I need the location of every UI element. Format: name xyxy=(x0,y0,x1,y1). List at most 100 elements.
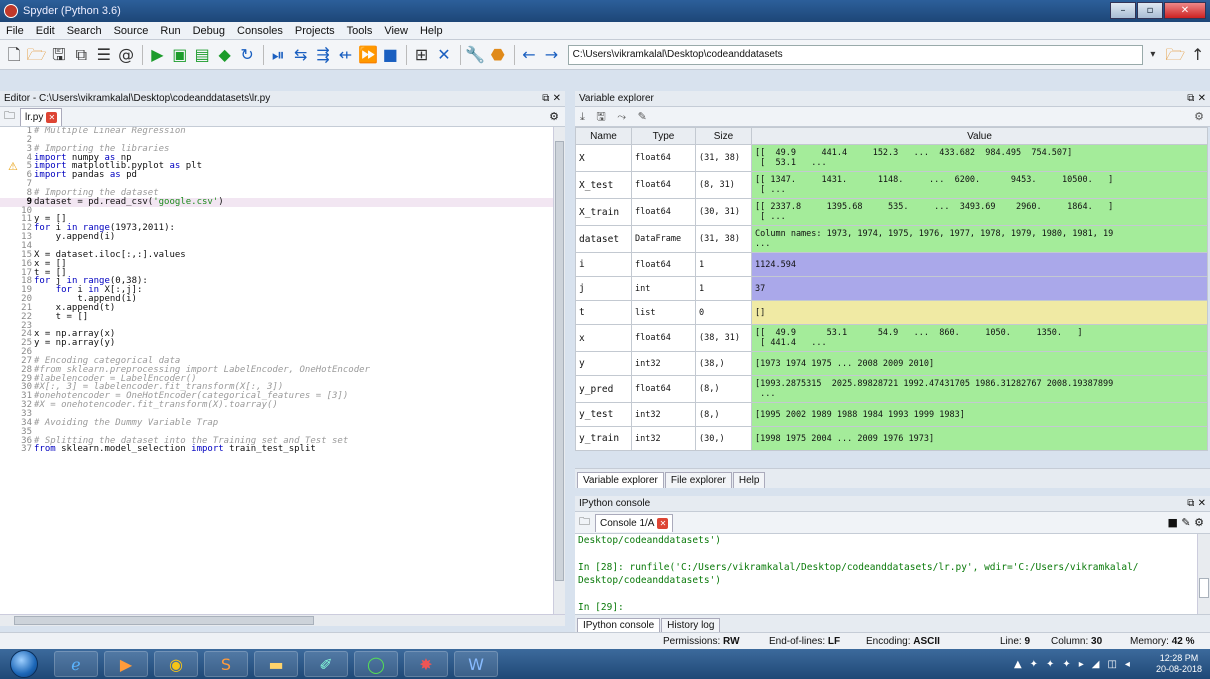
variable-row[interactable]: Xfloat64 (31, 38)[[ 49.9 441.4 152.3 ... … xyxy=(575,144,1208,172)
variable-row[interactable]: y_pred float64 (8,) [1993.2875315 2025.8982… xyxy=(575,375,1208,403)
tab-ipython-console[interactable]: IPython console xyxy=(577,618,661,632)
warning-icon[interactable]: ⚠ xyxy=(8,161,18,172)
variable-row[interactable]: y_train int32 (30,) [1998 1975 2004 ... 200… xyxy=(575,426,1208,451)
step-icon[interactable]: ⇆ xyxy=(291,44,311,66)
variable-value[interactable]: [[ 1347. 1431. 1148. ... 6200. 9453. 105… xyxy=(751,171,1208,199)
variable-name[interactable]: X xyxy=(575,144,632,172)
menu-help[interactable]: Help xyxy=(414,25,449,37)
variable-type[interactable]: int32 xyxy=(631,426,696,451)
variable-type[interactable]: DataFrame xyxy=(631,225,696,253)
code-line[interactable]: 10 xyxy=(0,206,565,216)
variable-name[interactable]: y_test xyxy=(575,402,632,427)
variable-type[interactable]: int xyxy=(631,276,696,301)
editor-horizontal-scrollbar[interactable] xyxy=(0,614,565,626)
console-tab[interactable]: Console 1/A ✕ xyxy=(595,513,674,532)
undock-icon[interactable]: ⧉ ✕ xyxy=(1187,91,1206,107)
ms-paint-icon[interactable]: ✐ xyxy=(304,651,348,677)
tab-history-log[interactable]: History log xyxy=(661,618,721,632)
column-header-type[interactable]: Type xyxy=(631,127,696,145)
variable-name[interactable]: y_pred xyxy=(575,375,632,403)
variable-row[interactable]: x float64 (38, 31)[[ 49.9 53.1 54.9 ... 86… xyxy=(575,324,1208,352)
variable-type[interactable]: float64 xyxy=(631,171,696,199)
variable-type[interactable]: float64 xyxy=(631,198,696,226)
options-gear-icon[interactable]: ⚙ xyxy=(1194,107,1204,127)
close-tab-icon[interactable]: ✕ xyxy=(46,111,58,123)
code-line[interactable]: 6 import pandas as pd xyxy=(0,171,565,180)
internet-explorer-icon[interactable]: ℯ xyxy=(54,651,98,677)
console-options-icon[interactable]: ■ ✎ ⚙ xyxy=(1168,516,1204,529)
variable-size[interactable]: (30, 31) xyxy=(695,198,752,226)
save-all-icon[interactable]: ⧉ xyxy=(71,44,91,66)
working-directory-input[interactable]: C:\Users\vikramkalal\Desktop\codeanddata… xyxy=(567,44,1143,65)
variable-value[interactable]: 37 xyxy=(751,276,1208,301)
variable-name[interactable]: X_train xyxy=(575,198,632,226)
variable-row[interactable]: i float64 1 1124.594 xyxy=(575,252,1208,277)
variable-value[interactable]: [] xyxy=(751,300,1208,325)
console-scrollbar[interactable] xyxy=(1197,534,1210,614)
options-gear-icon[interactable]: ⚙ xyxy=(549,110,559,123)
variable-size[interactable]: 1 xyxy=(695,252,752,277)
save-icon[interactable]: 🖫 xyxy=(49,44,69,66)
menu-source[interactable]: Source xyxy=(108,25,155,37)
variable-name[interactable]: j xyxy=(575,276,632,301)
run-selection-icon[interactable]: ◆ xyxy=(214,44,234,66)
menu-view[interactable]: View xyxy=(378,25,414,37)
variable-size[interactable]: (30,) xyxy=(695,426,752,451)
continue-icon[interactable]: ⏩ xyxy=(358,44,378,66)
variable-size[interactable]: (8, 31) xyxy=(695,171,752,199)
tab-variable-explorer[interactable]: Variable explorer xyxy=(577,472,664,488)
parent-directory-icon[interactable]: ↑ xyxy=(1188,44,1208,66)
variable-type[interactable]: list xyxy=(631,300,696,325)
editor-vertical-scrollbar[interactable] xyxy=(553,127,565,614)
variable-value[interactable]: [1993.2875315 2025.89828721 1992.4743170… xyxy=(751,375,1208,403)
code-line[interactable]: 15 X = dataset.iloc[:,:].values xyxy=(0,250,565,260)
word-icon[interactable]: W xyxy=(454,651,498,677)
ipython-console[interactable]: Desktop/codeanddatasets') In [28]: runfil… xyxy=(575,534,1197,614)
code-line[interactable]: 9 dataset = pd.read_csv('google.csv') xyxy=(0,197,565,207)
import-data-icon[interactable]: ⤓ xyxy=(580,110,585,123)
new-file-icon[interactable]: 🗋 xyxy=(4,44,24,66)
run-cell-icon[interactable]: ▣ xyxy=(170,44,190,66)
variable-type[interactable]: int32 xyxy=(631,351,696,376)
column-header-value[interactable]: Value xyxy=(751,127,1208,145)
menu-search[interactable]: Search xyxy=(61,25,108,37)
variable-value[interactable]: 1124.594 xyxy=(751,252,1208,277)
save-as-icon[interactable]: ⤳ xyxy=(617,110,626,123)
tab-help[interactable]: Help xyxy=(732,472,766,488)
close-button[interactable]: ✕ xyxy=(1164,2,1206,19)
variable-type[interactable]: float64 xyxy=(631,375,696,403)
variable-type[interactable]: float64 xyxy=(631,144,696,172)
menu-edit[interactable]: Edit xyxy=(30,25,61,37)
variable-name[interactable]: dataset xyxy=(575,225,632,253)
back-arrow-icon[interactable]: ← xyxy=(519,44,539,66)
debug-icon[interactable]: ⏯ xyxy=(268,44,288,66)
step-return-icon[interactable]: ⇷ xyxy=(335,44,355,66)
minimize-button[interactable]: – xyxy=(1110,2,1136,19)
variable-name[interactable]: x xyxy=(575,324,632,352)
file-explorer-icon[interactable]: ▬ xyxy=(254,651,298,677)
variable-row[interactable]: j int 1 37 xyxy=(575,276,1208,301)
variable-value[interactable]: [1973 1974 1975 ... 2008 2009 2010] xyxy=(751,351,1208,376)
menu-run[interactable]: Run xyxy=(154,25,186,37)
maximize-pane-icon[interactable]: ⊞ xyxy=(411,44,431,66)
variable-type[interactable]: float64 xyxy=(631,324,696,352)
variable-name[interactable]: y xyxy=(575,351,632,376)
variable-value[interactable]: [1995 2002 1989 1988 1984 1993 1999 1983… xyxy=(751,402,1208,427)
variable-size[interactable]: (8,) xyxy=(695,375,752,403)
variable-type[interactable]: int32 xyxy=(631,402,696,427)
variable-value[interactable]: Column names: 1973, 1974, 1975, 1976, 19… xyxy=(751,225,1208,253)
variable-size[interactable]: (31, 38) xyxy=(695,225,752,253)
variable-name[interactable]: i xyxy=(575,252,632,277)
code-line[interactable]: 25 y = np.array(y) xyxy=(0,339,565,348)
variable-name[interactable]: X_test xyxy=(575,171,632,199)
column-header-size[interactable]: Size xyxy=(695,127,752,145)
code-line[interactable]: 16 x = [] xyxy=(0,259,565,269)
python-path-icon[interactable]: ⬣ xyxy=(488,44,508,66)
code-line[interactable]: 32 #X = onehotencoder.fit_transform(X).to… xyxy=(0,401,565,410)
variable-value[interactable]: [1998 1975 2004 ... 2009 1976 1973] xyxy=(751,426,1208,451)
variable-value[interactable]: [[ 49.9 441.4 152.3 ... 433.682 984.495 … xyxy=(751,144,1208,172)
outline-icon[interactable]: ☰ xyxy=(94,44,114,66)
code-line[interactable]: 22 t = [] xyxy=(0,312,565,322)
save-data-icon[interactable]: 🖫 xyxy=(596,110,605,123)
preferences-icon[interactable]: 🔧 xyxy=(465,44,485,66)
